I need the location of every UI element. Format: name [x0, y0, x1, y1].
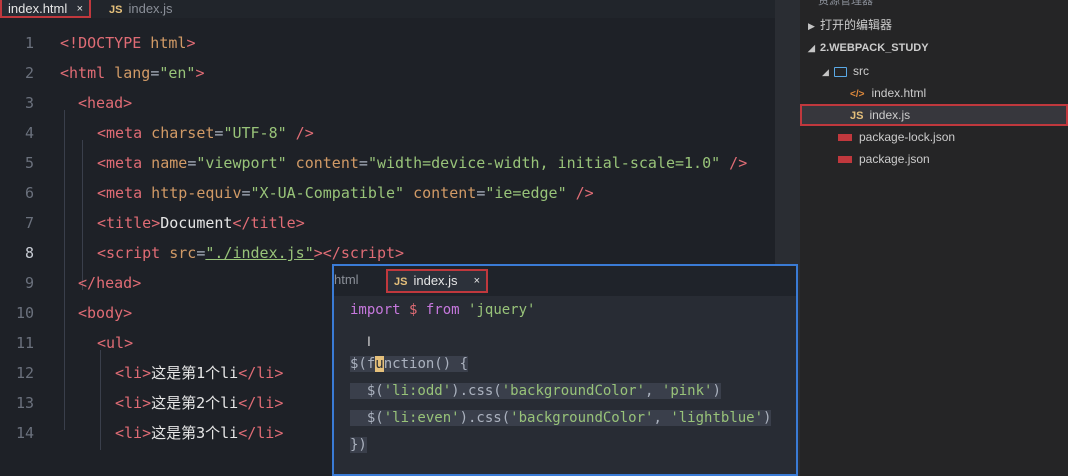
code-line: <body>	[78, 304, 133, 322]
chevron-right-icon: ▶	[808, 21, 815, 31]
line-number: 3	[24, 94, 34, 112]
js-file-icon: JS	[850, 110, 864, 122]
js-file-icon: JS	[394, 276, 408, 288]
json-file-icon	[838, 134, 852, 142]
code-line: <li>这是第2个li</li>	[115, 394, 284, 412]
tab-index-html[interactable]: index.html ×	[0, 0, 91, 18]
html-file-icon: </>	[850, 89, 865, 100]
code-line: $(function() {	[350, 356, 469, 372]
section-label: 打开的编辑器	[820, 18, 893, 32]
link-src: "./index.js"	[205, 244, 314, 262]
tree-item-package-lock-json[interactable]: package-lock.json	[800, 126, 1068, 148]
code-line: <html lang="en">	[60, 64, 205, 82]
indent-guide	[100, 350, 101, 450]
tree-item-label: package.json	[859, 152, 930, 166]
chevron-down-icon: ◢	[822, 67, 829, 77]
line-number: 9	[24, 274, 34, 292]
tree-item-label: src	[853, 64, 869, 78]
code-line: <ul>	[97, 334, 134, 352]
chevron-down-icon: ◢	[808, 43, 815, 53]
line-number: 11	[15, 334, 34, 352]
tab-label: index.js	[413, 273, 458, 288]
line-number: 12	[15, 364, 34, 382]
code-line: })	[350, 437, 367, 453]
code-line: <!DOCTYPE html>	[60, 34, 196, 52]
line-number: 8	[24, 244, 34, 262]
open-editors-section[interactable]: ▶ 打开的编辑器	[800, 14, 1068, 36]
code-line: <meta http-equiv="X-UA-Compatible" conte…	[97, 184, 594, 202]
tab-label: index.html	[8, 1, 68, 16]
folder-icon	[834, 66, 847, 77]
tree-item-index-js[interactable]: JS index.js	[800, 104, 1068, 126]
tree-item-label: package-lock.json	[859, 130, 956, 144]
close-icon[interactable]: ×	[77, 0, 83, 18]
line-number: 6	[24, 184, 34, 202]
line-number: 14	[15, 424, 34, 442]
tree-item-label: index.html	[871, 86, 927, 100]
line-number: 4	[24, 124, 34, 142]
code-line: <li>这是第1个li</li>	[115, 364, 284, 382]
tab-index-js[interactable]: JS index.js ×	[386, 269, 488, 293]
js-editor-overlay[interactable]: html JS index.js × import $ from 'jquery'…	[332, 264, 798, 476]
code-line: </head>	[78, 274, 142, 292]
line-number: 7	[24, 214, 34, 232]
line-number: 5	[24, 154, 34, 172]
js-file-icon: JS	[109, 4, 123, 16]
line-number: 13	[15, 394, 34, 412]
code-line: import $ from 'jquery'	[350, 302, 536, 318]
tree-item-index-html[interactable]: </> index.html	[800, 82, 1068, 104]
code-line: <title>Document</title>	[97, 214, 305, 232]
section-label: 2.WEBPACK_STUDY	[820, 42, 929, 54]
tree-item-label: index.js	[869, 108, 911, 122]
tab-index-html[interactable]: html	[334, 272, 359, 287]
tab-label: index.js	[128, 1, 173, 16]
code-line: <meta charset="UTF-8" />	[97, 124, 314, 142]
code-line: $('li:even').css('backgroundColor', 'lig…	[350, 410, 772, 426]
overlay-tab-bar: html JS index.js ×	[334, 266, 796, 296]
project-section[interactable]: ◢ 2.WEBPACK_STUDY	[800, 37, 1068, 59]
tab-index-js[interactable]: JS index.js	[105, 0, 173, 18]
line-number: 1	[24, 34, 34, 52]
text-cursor-icon: I	[367, 333, 371, 349]
tree-item-package-json[interactable]: package.json	[800, 148, 1068, 170]
line-number: 2	[24, 64, 34, 82]
explorer-panel: 资源管理器 ▶ 打开的编辑器 ◢ 2.WEBPACK_STUDY ◢ src </> i…	[800, 0, 1068, 476]
code-line: <meta name="viewport" content="width=dev…	[97, 154, 748, 172]
code-line: <head>	[78, 94, 133, 112]
code-line: <li>这是第3个li</li>	[115, 424, 284, 442]
close-icon[interactable]: ×	[474, 271, 480, 291]
text-cursor: u	[375, 356, 384, 372]
indent-guide	[64, 110, 65, 430]
json-file-icon	[838, 156, 852, 164]
line-number: 10	[15, 304, 34, 322]
editor-tab-bar: index.html × JS index.js	[0, 0, 775, 18]
code-line: $('li:odd').css('backgroundColor', 'pink…	[350, 383, 721, 399]
tree-item-src[interactable]: ◢ src	[800, 60, 1068, 82]
explorer-title: 资源管理器	[818, 0, 873, 7]
